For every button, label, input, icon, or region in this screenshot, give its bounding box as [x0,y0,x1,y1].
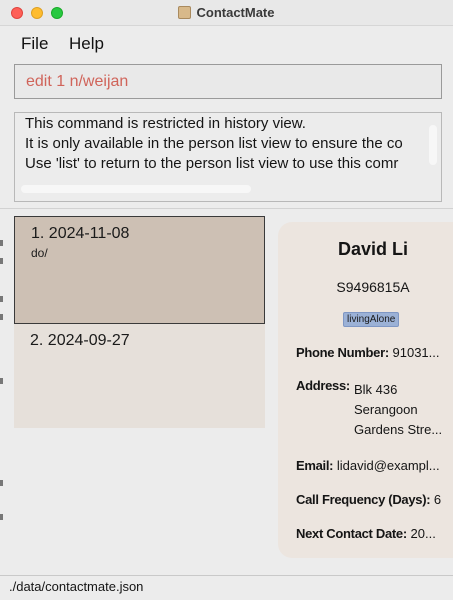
window-title: ContactMate [196,5,275,20]
result-vertical-scrollbar[interactable] [429,125,437,165]
email-field: Email: lidavid@exampl... [296,458,440,473]
person-nric: S9496815A [336,279,410,295]
phone-value: 91031... [392,345,440,360]
menu-file[interactable]: File [21,34,48,54]
history-item-description: do/ [31,246,48,260]
result-line: It is only available in the person list … [25,135,403,152]
left-edge-marks [0,210,4,580]
result-display-content: This command is restricted in history vi… [15,113,427,187]
phone-field: Phone Number: 91031... [296,345,440,360]
next-contact-field: Next Contact Date: 20... [296,526,436,541]
address-line: Serangoon [354,402,418,417]
email-label: Email: [296,458,334,473]
result-line: Use 'list' to return to the person list … [25,155,399,172]
menu-help[interactable]: Help [69,34,104,54]
history-item-date: 2. 2024-09-27 [30,332,130,349]
address-line: Gardens Stre... [354,422,443,437]
history-item-date: 1. 2024-11-08 [31,225,130,242]
command-input-text: edit 1 n/weijan [26,73,129,90]
next-contact-label: Next Contact Date: [296,526,407,541]
command-input[interactable]: edit 1 n/weijan [14,64,442,99]
menu-bar: File Help [0,27,453,59]
address-book-icon [178,6,192,19]
next-contact-value: 20... [410,526,436,541]
status-bar: ./data/contactmate.json [0,575,453,600]
person-name: David Li [337,239,408,259]
panel-divider [0,208,453,209]
person-detail-card: David Li S9496815A livingAlone Phone Num… [278,222,453,558]
phone-label: Phone Number: [296,345,389,360]
result-line: This command is restricted in history vi… [25,115,306,132]
call-frequency-label: Call Frequency (Days): [296,492,431,507]
result-display: This command is restricted in history vi… [14,112,442,202]
result-horizontal-scrollbar[interactable] [21,185,251,193]
history-item[interactable]: 2. 2024-09-27 [14,324,265,428]
email-value: lidavid@exampl... [336,458,440,473]
data-file-path: ./data/contactmate.json [9,579,144,594]
address-label: Address: [296,378,350,393]
history-item[interactable]: 1. 2024-11-08 do/ [14,216,265,324]
history-list: 1. 2024-11-08 do/ 2. 2024-09-27 [14,216,265,428]
title-bar: ContactMate [0,0,453,26]
call-frequency-value: 6 [433,492,442,507]
call-frequency-field: Call Frequency (Days): 6 [296,492,441,507]
window-title-group: ContactMate [0,5,453,20]
address-line: Blk 436 [354,382,398,397]
person-tag: livingAlone [343,312,400,327]
